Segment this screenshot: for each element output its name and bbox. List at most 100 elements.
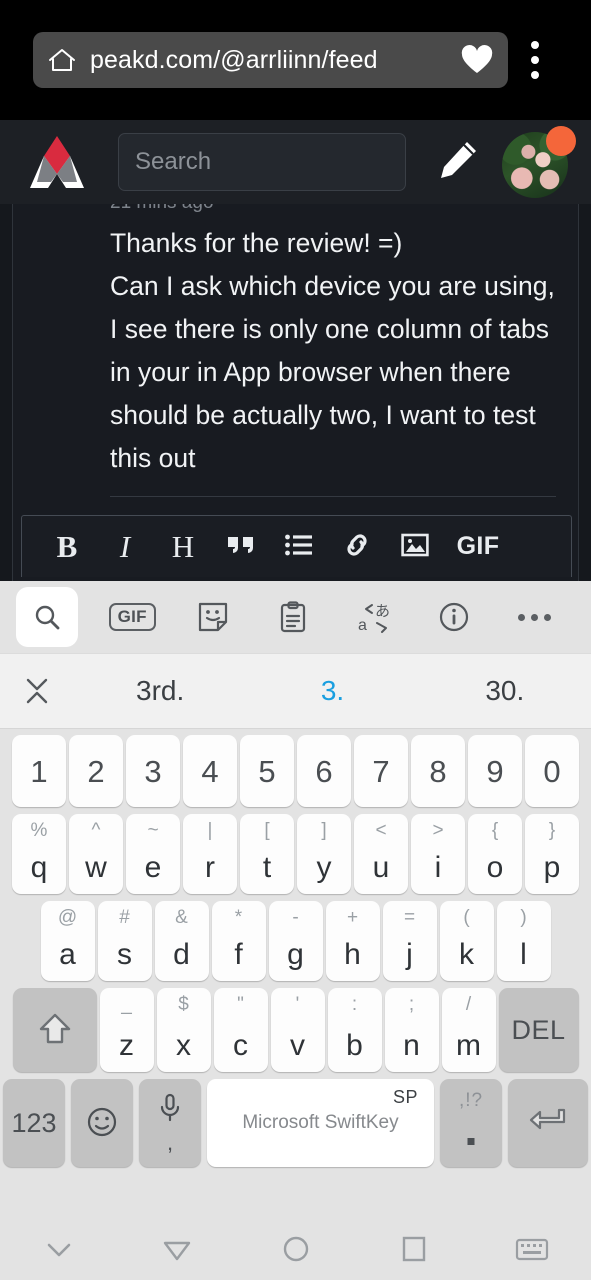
key-6[interactable]: 6 xyxy=(297,735,351,807)
key-label: g xyxy=(287,938,304,971)
key-label: c xyxy=(233,1029,248,1062)
key-8[interactable]: 8 xyxy=(411,735,465,807)
home-icon[interactable] xyxy=(236,1218,354,1280)
key-c[interactable]: " c xyxy=(213,988,268,1072)
key-9[interactable]: 9 xyxy=(468,735,522,807)
key-label: h xyxy=(344,938,361,971)
key-label: w xyxy=(85,851,107,884)
key-f[interactable]: * f xyxy=(211,901,266,981)
key-w[interactable]: ^ w xyxy=(69,814,123,894)
key-a[interactable]: @ a xyxy=(40,901,95,981)
recents-icon[interactable] xyxy=(355,1218,473,1280)
svg-text:あ: あ xyxy=(375,602,390,620)
key-label: 0 xyxy=(543,753,561,789)
key-l[interactable]: ) l xyxy=(496,901,551,981)
info-icon[interactable] xyxy=(414,587,495,647)
key-v[interactable]: ' v xyxy=(270,988,325,1072)
keyboard-rows: 1 2 3 4 5 6 7 8 9 0 % q ^ w ~ e | r [t ] y < u… xyxy=(0,729,591,1167)
italic-button[interactable]: I xyxy=(102,521,148,573)
numeric-mode-key[interactable]: 123 xyxy=(3,1079,65,1167)
notification-badge[interactable] xyxy=(546,126,576,156)
translate-icon[interactable]: a あ xyxy=(334,587,415,647)
kebab-menu-icon[interactable] xyxy=(510,30,560,90)
key-label: i xyxy=(434,851,442,884)
image-button[interactable] xyxy=(392,521,438,573)
more-icon[interactable] xyxy=(495,587,576,647)
shift-icon xyxy=(35,1009,75,1052)
key-alt: ^ xyxy=(91,820,101,841)
heart-icon[interactable] xyxy=(460,45,494,75)
home-icon[interactable] xyxy=(47,47,77,73)
key-h[interactable]: + h xyxy=(325,901,380,981)
gif-button[interactable]: GIF xyxy=(450,521,506,573)
bold-button[interactable]: B xyxy=(44,521,90,573)
key-0[interactable]: 0 xyxy=(525,735,579,807)
compose-button[interactable] xyxy=(426,131,488,193)
key-s[interactable]: # s xyxy=(97,901,152,981)
key-z[interactable]: _ z xyxy=(99,988,154,1072)
search-icon[interactable] xyxy=(16,587,78,647)
keyboard-switch-icon[interactable] xyxy=(473,1218,591,1280)
enter-key[interactable] xyxy=(508,1079,588,1167)
key-p[interactable]: } p xyxy=(525,814,579,894)
heading-button[interactable]: H xyxy=(160,521,206,573)
key-d[interactable]: & d xyxy=(154,901,209,981)
link-button[interactable] xyxy=(334,521,380,573)
key-alt: @ xyxy=(57,907,78,928)
emoji-key[interactable] xyxy=(71,1079,133,1167)
key-label: 3 xyxy=(144,753,162,789)
key-o[interactable]: {o xyxy=(468,814,522,894)
key-1[interactable]: 1 xyxy=(12,735,66,807)
key-n[interactable]: ; n xyxy=(384,988,439,1072)
avatar[interactable] xyxy=(502,126,576,198)
space-key[interactable]: SP Microsoft SwiftKey xyxy=(207,1079,434,1167)
keyboard-row-top: % q ^ w ~ e | r [t ] y < u > i {o } p xyxy=(0,814,591,894)
sticker-icon[interactable] xyxy=(173,587,254,647)
shift-key[interactable] xyxy=(12,988,97,1072)
key-m[interactable]: / m xyxy=(441,988,496,1072)
back-icon[interactable] xyxy=(118,1218,236,1280)
key-7[interactable]: 7 xyxy=(354,735,408,807)
key-alt: ; xyxy=(408,994,415,1015)
prediction-item[interactable]: 30. xyxy=(419,675,591,707)
key-q[interactable]: % q xyxy=(12,814,66,894)
key-label: l xyxy=(520,938,527,971)
key-r[interactable]: | r xyxy=(183,814,237,894)
browser-url-bar: peakd.com/@arrliinn/feed xyxy=(0,0,591,120)
hide-keyboard-icon[interactable] xyxy=(0,1218,118,1280)
key-x[interactable]: $ x xyxy=(156,988,211,1072)
key-u[interactable]: < u xyxy=(354,814,408,894)
key-3[interactable]: 3 xyxy=(126,735,180,807)
key-alt: * xyxy=(234,907,243,928)
microphone-key[interactable]: , xyxy=(139,1079,201,1167)
key-y[interactable]: ] y xyxy=(297,814,351,894)
quote-button[interactable] xyxy=(218,521,264,573)
keyboard-toolbar: GIF a あ xyxy=(0,581,591,653)
search-box[interactable] xyxy=(118,133,406,191)
delete-key[interactable]: DEL xyxy=(498,988,579,1072)
key-g[interactable]: -g xyxy=(268,901,323,981)
key-4[interactable]: 4 xyxy=(183,735,237,807)
key-t[interactable]: [t xyxy=(240,814,294,894)
key-alt: ] xyxy=(321,820,327,841)
key-k[interactable]: (k xyxy=(439,901,494,981)
key-i[interactable]: > i xyxy=(411,814,465,894)
peakd-logo[interactable] xyxy=(18,134,96,190)
punctuation-key[interactable]: ,!? xyxy=(440,1079,502,1167)
search-input[interactable] xyxy=(119,134,405,190)
collapse-icon[interactable] xyxy=(0,676,74,706)
key-e[interactable]: ~ e xyxy=(126,814,180,894)
prediction-item[interactable]: 3rd. xyxy=(74,675,246,707)
prediction-item[interactable]: 3. xyxy=(246,675,418,707)
url-pill[interactable]: peakd.com/@arrliinn/feed xyxy=(33,32,508,88)
bullet-list-button[interactable] xyxy=(276,521,322,573)
key-b[interactable]: :b xyxy=(327,988,382,1072)
key-2[interactable]: 2 xyxy=(69,735,123,807)
key-alt: : xyxy=(351,994,358,1015)
key-j[interactable]: = j xyxy=(382,901,437,981)
url-text[interactable]: peakd.com/@arrliinn/feed xyxy=(90,46,456,75)
gif-icon[interactable]: GIF xyxy=(92,587,173,647)
key-alt: _ xyxy=(121,994,132,1015)
key-5[interactable]: 5 xyxy=(240,735,294,807)
clipboard-icon[interactable] xyxy=(253,587,334,647)
